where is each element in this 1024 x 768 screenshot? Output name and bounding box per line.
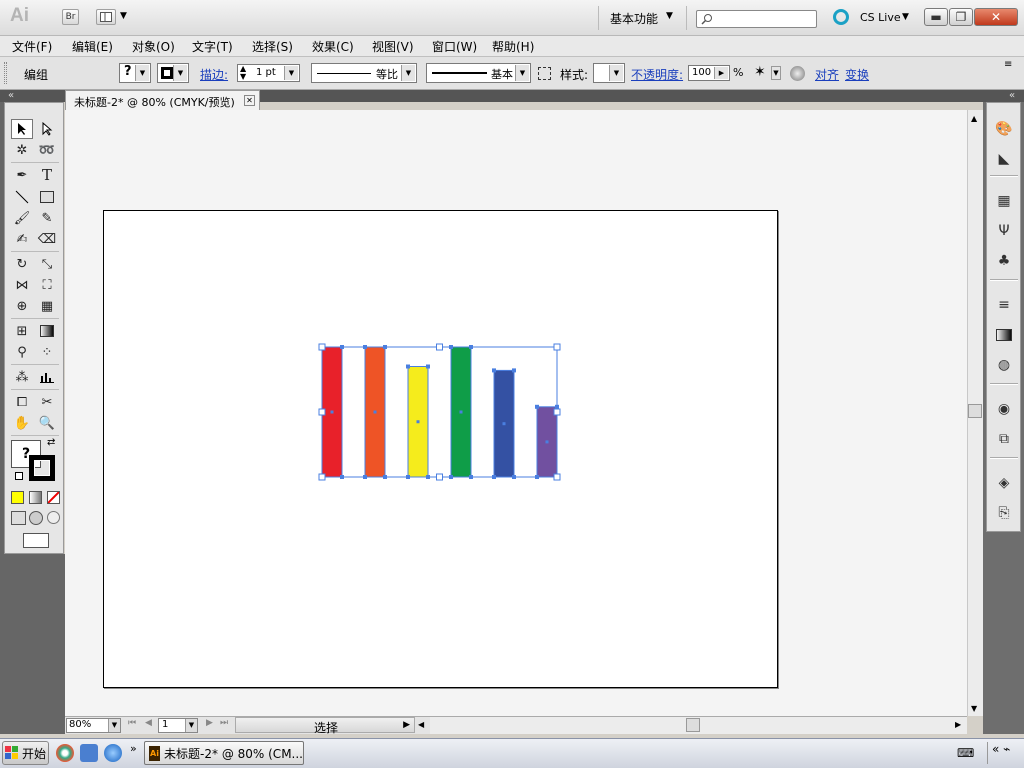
selection-bounding-box: [321, 346, 558, 478]
artwork-layer: [318, 343, 561, 481]
center-point: [373, 410, 377, 414]
system-tray[interactable]: « ⌁: [987, 742, 1022, 764]
taskbar-illustrator-item[interactable]: Ai 未标题-2* @ 80% (CM...: [144, 741, 304, 765]
center-point: [545, 440, 549, 444]
last-artboard-icon[interactable]: ⏭: [220, 718, 228, 728]
tray-expand-icon[interactable]: «: [992, 742, 999, 756]
start-label: 开始: [21, 746, 46, 761]
chevron-down-icon: ▼: [185, 719, 197, 732]
bounding-box-handle[interactable]: [553, 473, 561, 481]
next-artboard-icon[interactable]: ▶: [206, 718, 213, 728]
zoom-field[interactable]: 80% ▼: [66, 718, 121, 733]
scroll-left-icon[interactable]: ◀: [418, 720, 424, 729]
chevron-down-icon: ▼: [108, 719, 120, 732]
status-menu[interactable]: 选择 ▶: [235, 717, 415, 735]
scroll-right-icon[interactable]: ▶: [955, 720, 961, 729]
bounding-box-handle[interactable]: [553, 343, 561, 351]
windows-logo-icon: [4, 746, 18, 759]
bounding-box-handle[interactable]: [318, 473, 326, 481]
keyboard-icon[interactable]: ⌨: [957, 746, 974, 760]
center-point: [416, 420, 420, 424]
previous-artboard-icon[interactable]: ◀: [145, 718, 152, 728]
anchor-point: [512, 368, 516, 373]
zoom-value: 80%: [69, 719, 92, 730]
start-button[interactable]: 开始: [2, 741, 49, 765]
quick-launch-more-icon[interactable]: »: [130, 742, 137, 755]
bounding-box-handle[interactable]: [318, 343, 326, 351]
scroll-up-icon[interactable]: ▲: [971, 114, 977, 123]
center-point: [459, 410, 463, 414]
artboard-number-field[interactable]: 1 ▼: [158, 718, 198, 733]
scroll-down-icon[interactable]: ▼: [971, 704, 977, 713]
anchor-point: [426, 364, 430, 369]
bounding-box-handle[interactable]: [436, 343, 443, 351]
anchor-point: [492, 368, 496, 373]
artboard-number-value: 1: [162, 719, 169, 730]
network-icon[interactable]: ⌁: [1003, 742, 1010, 756]
center-point: [502, 422, 506, 426]
status-menu-arrow-icon: ▶: [403, 720, 410, 730]
bounding-box-handle[interactable]: [553, 408, 561, 416]
quick-launch-app-icon[interactable]: [80, 744, 98, 762]
center-point: [330, 410, 334, 414]
chrome-icon[interactable]: [56, 744, 74, 762]
taskbar-item-label: 未标题-2* @ 80% (CM...: [164, 746, 303, 761]
bounding-box-handle[interactable]: [318, 408, 326, 416]
horizontal-scroll-thumb[interactable]: [686, 718, 700, 732]
illustrator-app-icon: Ai: [149, 745, 161, 761]
bounding-box-handle[interactable]: [436, 473, 443, 481]
status-text: 选择: [314, 721, 339, 735]
anchor-point: [535, 404, 539, 409]
vertical-scroll-thumb[interactable]: [968, 404, 982, 418]
anchor-point: [406, 364, 410, 369]
first-artboard-icon[interactable]: ⏮: [128, 718, 136, 728]
internet-explorer-icon[interactable]: [104, 744, 122, 762]
